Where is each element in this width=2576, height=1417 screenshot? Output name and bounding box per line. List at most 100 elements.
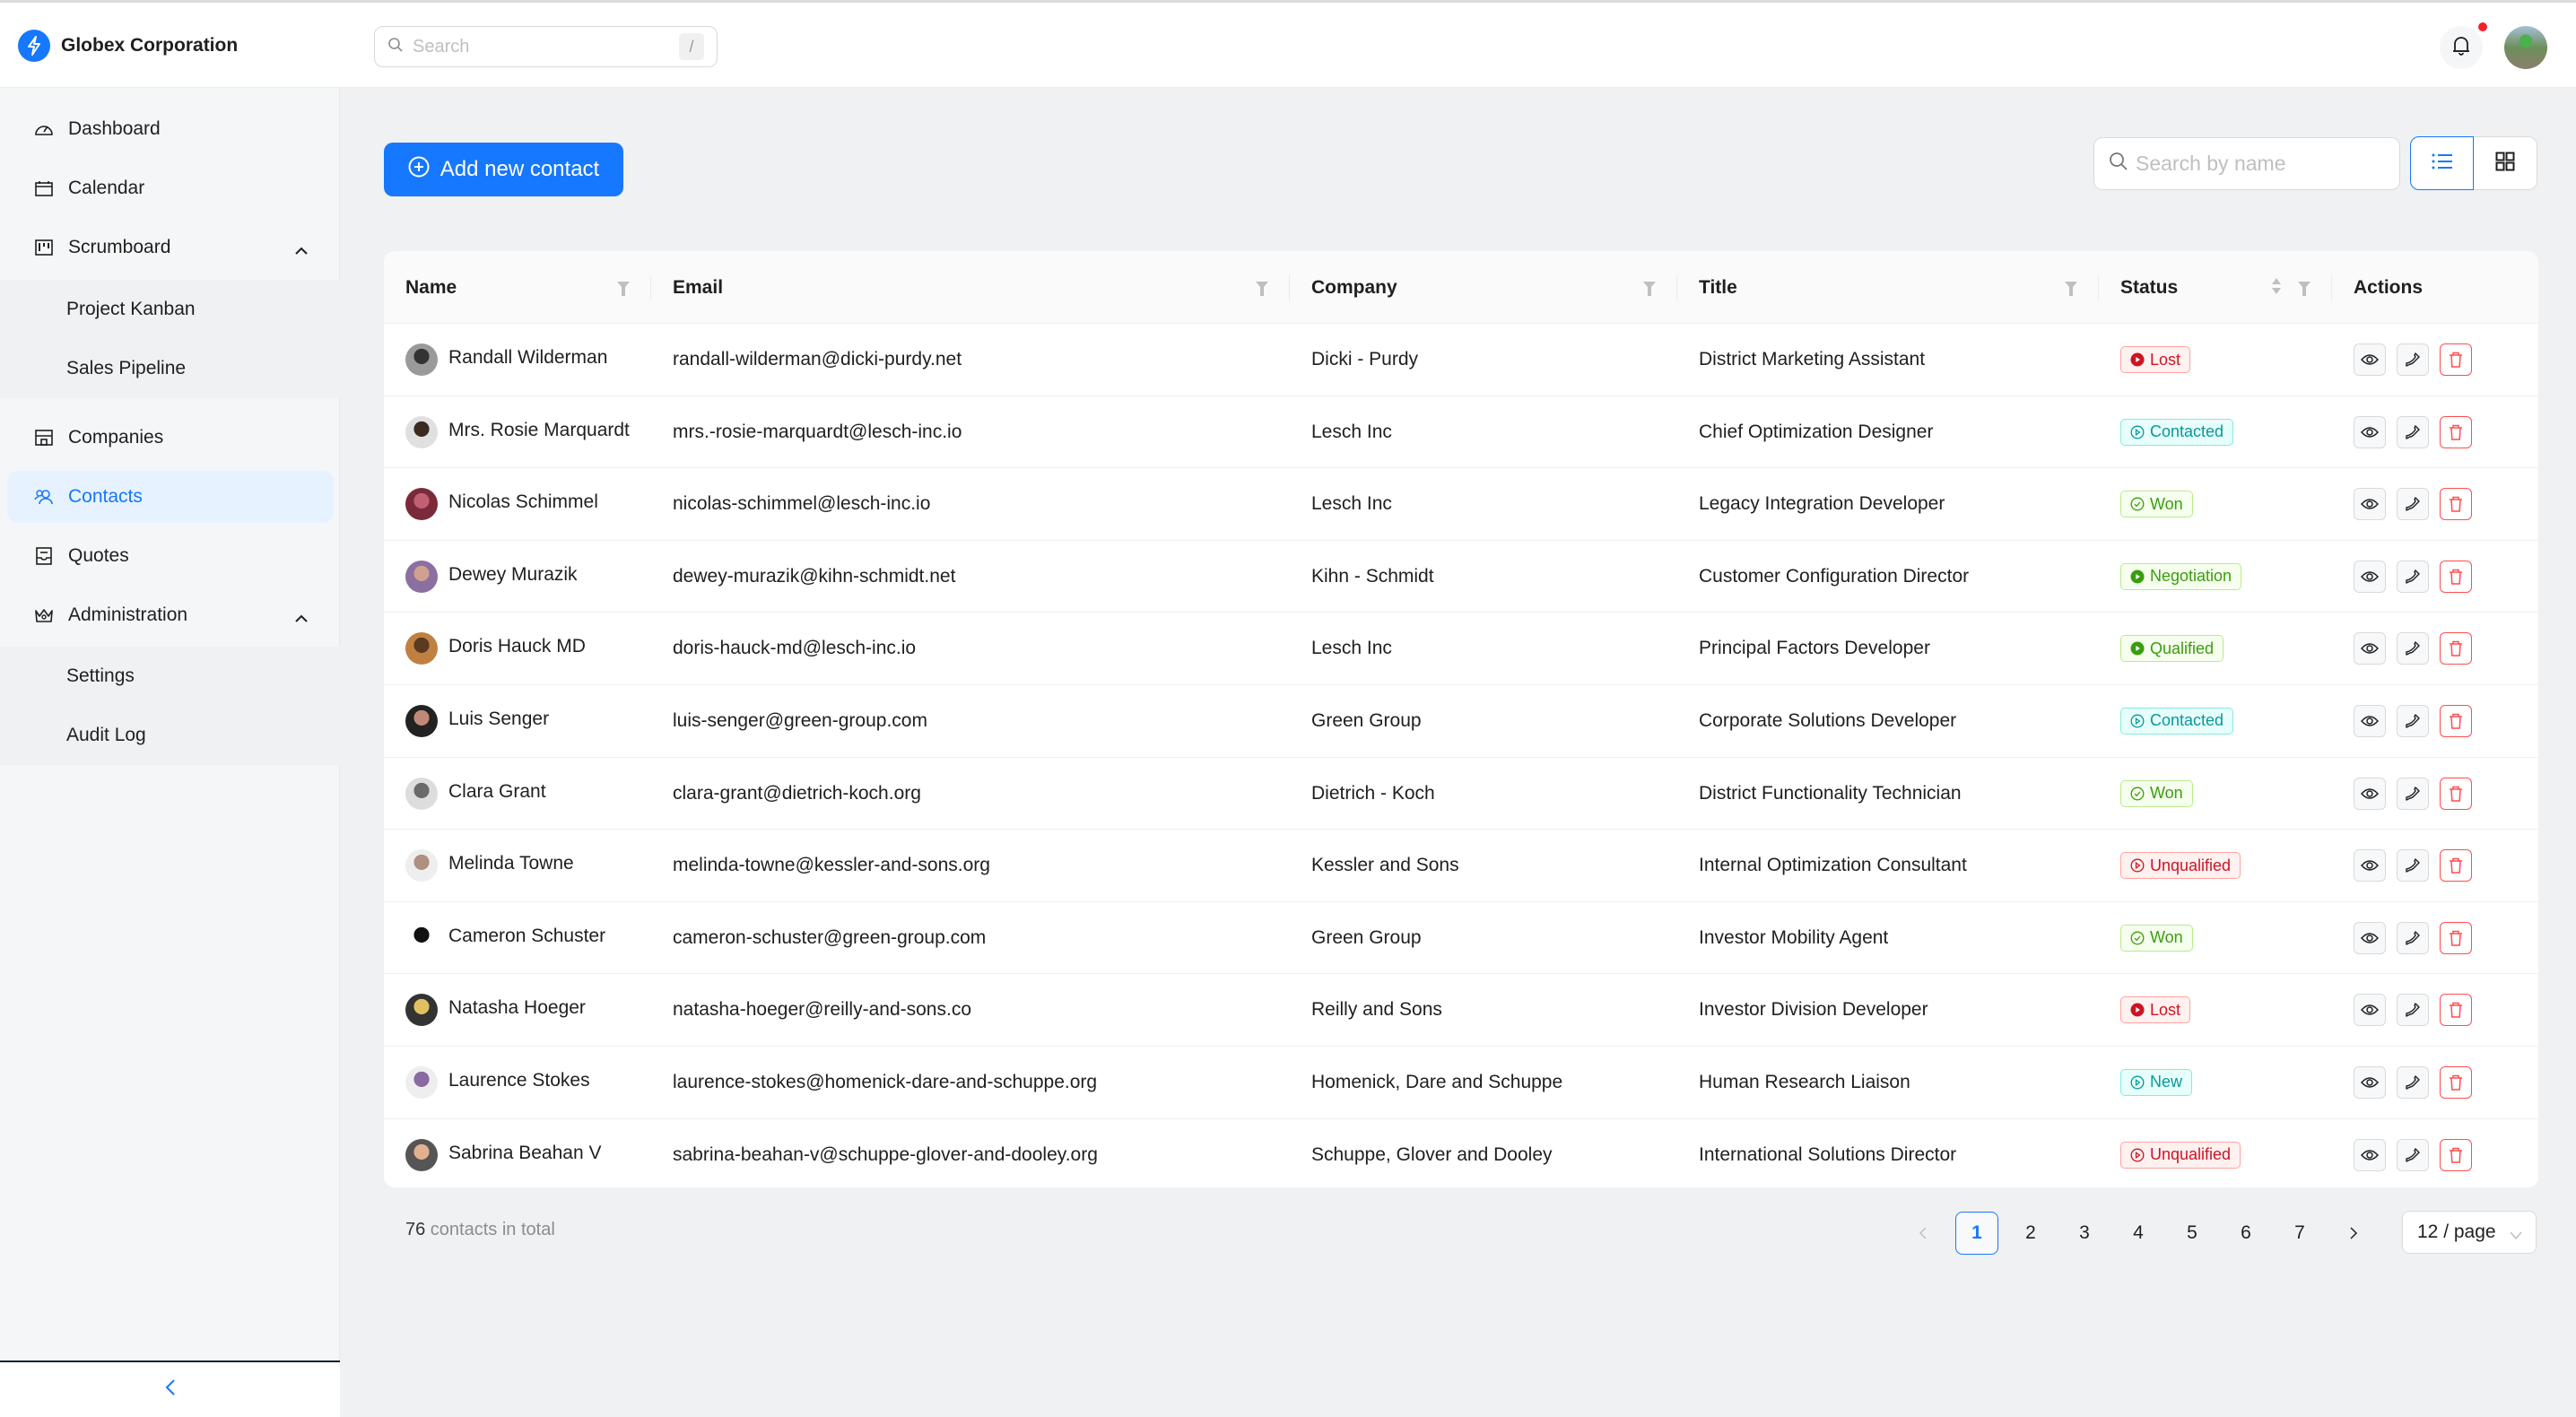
table-row[interactable]: Laurence Stokes laurence-stokes@homenick… — [384, 1047, 2538, 1119]
column-header-name[interactable]: Name — [384, 251, 651, 324]
view-button[interactable] — [2354, 1138, 2386, 1171]
column-header-email[interactable]: Email — [651, 251, 1290, 324]
next-page-button[interactable] — [2332, 1212, 2375, 1255]
brand[interactable]: Globex Corporation — [18, 30, 238, 62]
page-5-button[interactable]: 5 — [2171, 1212, 2214, 1255]
delete-button[interactable] — [2440, 921, 2472, 954]
table-row[interactable]: Dewey Murazik dewey-murazik@kihn-schmidt… — [384, 541, 2538, 613]
view-button[interactable] — [2354, 632, 2386, 665]
call-button[interactable] — [2397, 343, 2429, 376]
call-button[interactable] — [2397, 415, 2429, 448]
column-header-status[interactable]: Status — [2099, 251, 2332, 324]
search-by-name[interactable] — [2093, 137, 2401, 190]
filter-icon[interactable] — [2065, 280, 2077, 301]
sort-icon[interactable] — [2271, 276, 2282, 301]
call-button[interactable] — [2397, 1138, 2429, 1171]
delete-button[interactable] — [2440, 560, 2472, 593]
view-button[interactable] — [2354, 704, 2386, 737]
call-button[interactable] — [2397, 921, 2429, 954]
view-button[interactable] — [2354, 994, 2386, 1027]
page-2-button[interactable]: 2 — [2009, 1212, 2052, 1255]
table-row[interactable]: Randall Wilderman randall-wilderman@dick… — [384, 324, 2538, 396]
add-new-contact-button[interactable]: Add new contact — [384, 143, 623, 196]
table-row[interactable]: Mrs. Rosie Marquardt mrs.-rosie-marquard… — [384, 396, 2538, 469]
view-button[interactable] — [2354, 1065, 2386, 1099]
page-1-button[interactable]: 1 — [1955, 1212, 1998, 1255]
call-button[interactable] — [2397, 994, 2429, 1027]
table-row[interactable]: Doris Hauck MD doris-hauck-md@lesch-inc.… — [384, 613, 2538, 685]
sidebar-item-calendar[interactable]: Calendar — [7, 162, 334, 214]
call-button[interactable] — [2397, 632, 2429, 665]
sidebar-item-sales-pipeline[interactable]: Sales Pipeline — [0, 339, 340, 398]
global-search[interactable]: / — [374, 26, 718, 67]
sidebar-item-audit-log[interactable]: Audit Log — [0, 706, 340, 765]
table-row[interactable]: Luis Senger luis-senger@green-group.com … — [384, 685, 2538, 758]
sidebar-item-settings[interactable]: Settings — [0, 647, 340, 706]
call-button[interactable] — [2397, 1065, 2429, 1099]
page-7-button[interactable]: 7 — [2278, 1212, 2321, 1255]
chevron-up-icon[interactable] — [294, 607, 309, 629]
list-view-button[interactable] — [2410, 136, 2474, 190]
view-button[interactable] — [2354, 415, 2386, 448]
table-row[interactable]: Clara Grant clara-grant@dietrich-koch.or… — [384, 758, 2538, 830]
contact-title: Legacy Integration Developer — [1699, 493, 1945, 515]
delete-button[interactable] — [2440, 704, 2472, 737]
delete-button[interactable] — [2440, 415, 2472, 448]
column-header-label: Actions — [2354, 276, 2424, 298]
column-header-title[interactable]: Title — [1677, 251, 2099, 324]
call-button[interactable] — [2397, 488, 2429, 521]
table-row[interactable]: Natasha Hoeger natasha-hoeger@reilly-and… — [384, 974, 2538, 1047]
delete-button[interactable] — [2440, 343, 2472, 376]
sidebar-item-project-kanban[interactable]: Project Kanban — [0, 280, 340, 339]
column-header-actions[interactable]: Actions — [2332, 251, 2538, 324]
sidebar-item-companies[interactable]: Companies — [7, 412, 334, 464]
delete-button[interactable] — [2440, 994, 2472, 1027]
sidebar-item-quotes[interactable]: Quotes — [7, 530, 334, 582]
call-button[interactable] — [2397, 777, 2429, 810]
call-button[interactable] — [2397, 704, 2429, 737]
chevron-up-icon[interactable] — [294, 239, 309, 261]
search-by-name-input[interactable] — [2136, 152, 2401, 176]
view-button[interactable] — [2354, 560, 2386, 593]
view-button[interactable] — [2354, 849, 2386, 882]
delete-button[interactable] — [2440, 1065, 2472, 1099]
status-badge: Lost — [2120, 346, 2191, 373]
view-button[interactable] — [2354, 343, 2386, 376]
delete-button[interactable] — [2440, 1138, 2472, 1171]
notifications-button[interactable] — [2440, 26, 2483, 69]
column-header-company[interactable]: Company — [1290, 251, 1677, 324]
page-4-button[interactable]: 4 — [2117, 1212, 2160, 1255]
grid-view-button[interactable] — [2474, 136, 2537, 190]
page-3-button[interactable]: 3 — [2063, 1212, 2106, 1255]
filter-icon[interactable] — [1643, 280, 1656, 301]
filter-icon[interactable] — [617, 280, 630, 301]
call-button[interactable] — [2397, 560, 2429, 593]
view-button[interactable] — [2354, 921, 2386, 954]
view-button[interactable] — [2354, 777, 2386, 810]
delete-button[interactable] — [2440, 849, 2472, 882]
view-button[interactable] — [2354, 488, 2386, 521]
delete-button[interactable] — [2440, 632, 2472, 665]
prev-page-button[interactable] — [1902, 1212, 1945, 1255]
table-row[interactable]: Cameron Schuster cameron-schuster@green-… — [384, 902, 2538, 975]
notification-badge-dot — [2478, 22, 2487, 31]
page-6-button[interactable]: 6 — [2224, 1212, 2267, 1255]
sidebar-collapse-button[interactable] — [0, 1360, 340, 1417]
sidebar-item-administration[interactable]: Administration — [7, 589, 334, 641]
cell-name: Melinda Towne — [384, 830, 651, 901]
table-row[interactable]: Sabrina Beahan V sabrina-beahan-v@schupp… — [384, 1119, 2538, 1187]
filter-icon[interactable] — [2298, 280, 2311, 301]
global-search-input[interactable] — [413, 36, 679, 57]
sidebar-item-dashboard[interactable]: Dashboard — [7, 103, 334, 155]
cell-email: laurence-stokes@homenick-dare-and-schupp… — [651, 1047, 1290, 1118]
call-button[interactable] — [2397, 849, 2429, 882]
sidebar-item-contacts[interactable]: Contacts — [7, 471, 334, 523]
sidebar-item-scrumboard[interactable]: Scrumboard — [7, 222, 334, 274]
delete-button[interactable] — [2440, 777, 2472, 810]
table-row[interactable]: Nicolas Schimmel nicolas-schimmel@lesch-… — [384, 468, 2538, 541]
page-size-select[interactable]: 12 / page — [2402, 1211, 2537, 1254]
table-row[interactable]: Melinda Towne melinda-towne@kessler-and-… — [384, 830, 2538, 902]
user-avatar[interactable] — [2504, 26, 2547, 69]
delete-button[interactable] — [2440, 488, 2472, 521]
filter-icon[interactable] — [1256, 280, 1268, 301]
